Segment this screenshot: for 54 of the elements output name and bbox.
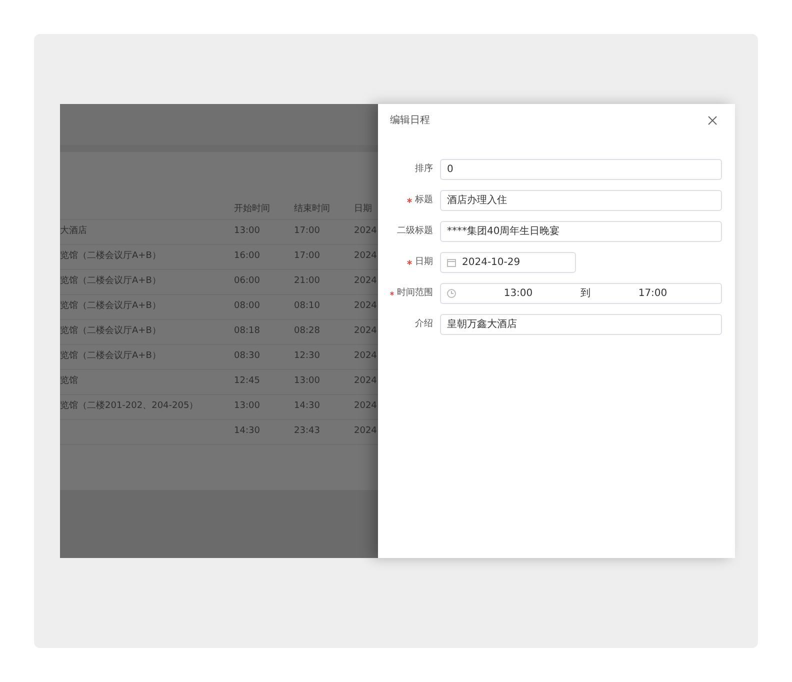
field-label: 时间范围 <box>397 286 433 300</box>
table-cell-text: 08:00 <box>234 300 261 314</box>
input-field[interactable]: 酒店办理入住 <box>440 190 722 211</box>
table-cell-text: 13:00 <box>294 375 321 388</box>
table-cell-text: 2024 <box>354 350 378 364</box>
date-field[interactable]: 2024-10-29 <box>440 252 576 273</box>
drawer-title: 编辑日程 <box>390 114 430 128</box>
field-label: 标题 <box>415 194 433 207</box>
table-cell-text: 览馆（二楼会议厅A+B） <box>60 275 162 288</box>
input-field[interactable]: ****集团40周年生日晚宴 <box>440 221 722 242</box>
calendar-icon <box>447 258 456 267</box>
table-cell-text: 览馆 <box>60 375 79 388</box>
table-cell-text: 2024 <box>354 375 378 388</box>
table-cell-text: 13:00 <box>234 225 261 238</box>
table-cell-text: 12:45 <box>234 375 261 388</box>
table-cell-text: 17:00 <box>294 225 321 238</box>
table-cell-text: 17:00 <box>294 250 321 264</box>
table-cell-text: 14:30 <box>234 425 261 438</box>
table-cell-text: 16:00 <box>234 250 261 264</box>
table-cell-text: 06:00 <box>234 275 261 288</box>
column-header: 开始时间 <box>234 202 271 216</box>
field-label: 介绍 <box>415 318 433 331</box>
table-cell-text: 大酒店 <box>60 225 88 238</box>
table-cell-text: 览馆（二楼会议厅A+B） <box>60 250 162 264</box>
table-cell-text: 08:18 <box>234 325 261 338</box>
clock-icon <box>447 289 456 298</box>
field-label: 二级标题 <box>397 224 433 238</box>
input-field[interactable]: 皇朝万鑫大酒店 <box>440 314 722 335</box>
table-cell-text: 14:30 <box>294 400 321 414</box>
table-cell-text: 2024 <box>354 400 378 414</box>
column-header: 结束时间 <box>294 202 331 216</box>
table-cell-text: 2024 <box>354 425 378 438</box>
table-cell-text: 2024 <box>354 250 378 264</box>
table-cell-text: 2024 <box>354 325 378 338</box>
close-icon[interactable] <box>708 116 717 125</box>
input-field[interactable]: 0 <box>440 159 722 180</box>
table-cell-text: 12:30 <box>294 350 321 364</box>
field-label: 日期 <box>415 256 433 269</box>
field-label: 排序 <box>415 162 433 176</box>
table-cell-text: 21:00 <box>294 275 321 288</box>
table-cell-text: 2024 <box>354 300 378 314</box>
table-cell-text: 览馆（二楼会议厅A+B） <box>60 300 162 314</box>
table-cell-text: 23:43 <box>294 425 321 438</box>
time-range-field[interactable]: 13:00 到 17:00 <box>440 283 722 304</box>
table-cell-text: 08:10 <box>294 300 321 314</box>
table-cell-text: 览馆（二楼会议厅A+B） <box>60 325 162 338</box>
column-header: 日期 <box>354 202 373 216</box>
table-cell-text: 览馆（二楼201-202、204-205） <box>60 400 200 414</box>
table-cell-text: 览馆（二楼会议厅A+B） <box>60 350 162 364</box>
table-cell-text: 13:00 <box>234 400 261 414</box>
table-cell-text: 08:28 <box>294 325 321 338</box>
table-cell-text: 2024 <box>354 225 378 238</box>
table-cell-text: 08:30 <box>234 350 261 364</box>
table-cell-text: 2024 <box>354 275 378 288</box>
